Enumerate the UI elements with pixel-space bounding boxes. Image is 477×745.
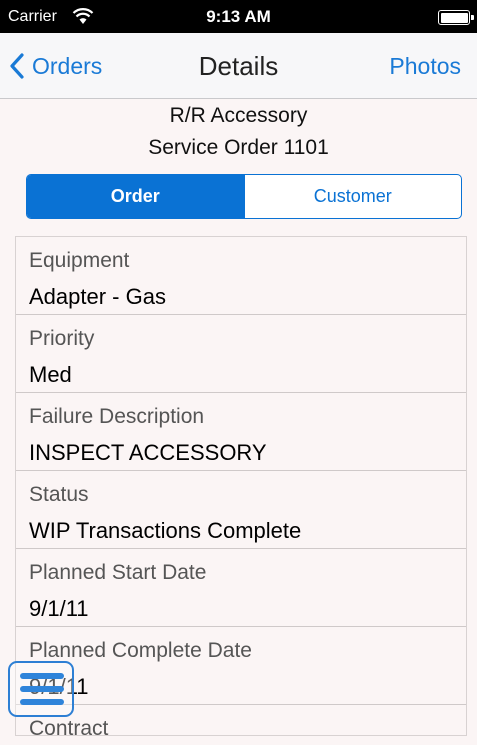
battery-icon [438, 10, 474, 25]
service-order-heading: Service Order 1101 [148, 136, 329, 159]
segment-customer[interactable]: Customer [243, 175, 462, 218]
navigation-bar: Orders Details Photos [0, 33, 477, 99]
field-label: Planned Complete Date [29, 639, 252, 662]
field-value: INSPECT ACCESSORY [29, 440, 267, 465]
photos-button[interactable]: Photos [389, 53, 461, 80]
field-planned-complete-date: Planned Complete Date 9/1/11 [16, 627, 466, 705]
status-bar: Carrier 9:13 AM [0, 0, 477, 33]
field-value: 9/1/11 [29, 596, 89, 621]
field-status: Status WIP Transactions Complete [16, 471, 466, 549]
field-label: Failure Description [29, 405, 205, 428]
order-customer-segmented-control: Order Customer [26, 174, 462, 219]
field-label: Priority [29, 327, 95, 350]
field-value: WIP Transactions Complete [29, 518, 302, 543]
order-details-card: Equipment Adapter - Gas Priority Med Fai… [15, 236, 467, 740]
status-time: 9:13 AM [206, 7, 271, 26]
order-type-heading: R/R Accessory [169, 104, 308, 127]
field-label: Planned Start Date [29, 561, 207, 584]
field-value: Med [29, 362, 72, 387]
field-equipment: Equipment Adapter - Gas [16, 237, 466, 315]
field-priority: Priority Med [16, 315, 466, 393]
segment-order[interactable]: Order [27, 175, 244, 218]
springboard-menu-button[interactable] [8, 661, 74, 717]
field-value: Adapter - Gas [29, 284, 166, 309]
field-contract: Contract [16, 705, 466, 745]
field-label: Equipment [29, 249, 130, 272]
field-failure-description: Failure Description INSPECT ACCESSORY [16, 393, 466, 471]
field-label: Status [29, 483, 89, 506]
field-planned-start-date: Planned Start Date 9/1/11 [16, 549, 466, 627]
